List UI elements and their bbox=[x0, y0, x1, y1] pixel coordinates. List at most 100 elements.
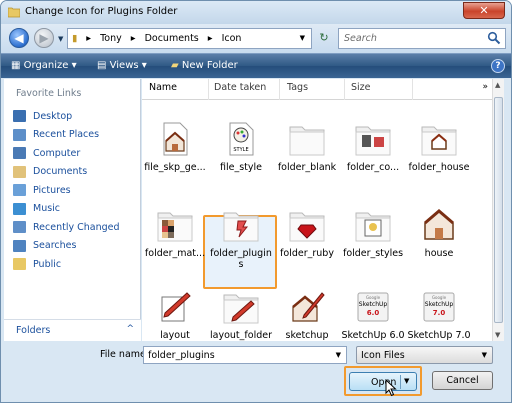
file-item[interactable]: file_skp_ge... bbox=[142, 115, 208, 185]
file-item[interactable]: folder_plugins bbox=[208, 201, 274, 271]
column-divider[interactable] bbox=[344, 79, 345, 100]
sidebar-item-recent-places[interactable]: Recent Places bbox=[13, 126, 120, 145]
sidebar-item-public[interactable]: Public bbox=[13, 255, 120, 274]
materials-folder-icon bbox=[156, 207, 194, 243]
file-type-select[interactable]: Icon Files ▼ bbox=[356, 346, 493, 364]
column-name[interactable]: Name bbox=[149, 82, 177, 93]
history-dropdown-icon[interactable]: ▼ bbox=[58, 35, 63, 43]
plugins-folder-icon bbox=[222, 207, 260, 243]
organize-menu[interactable]: ▦ Organize ▾ bbox=[11, 60, 77, 71]
chevron-down-icon[interactable]: ▼ bbox=[300, 34, 305, 42]
scroll-down-icon[interactable]: ▼ bbox=[495, 331, 500, 339]
search-icon[interactable] bbox=[487, 31, 501, 45]
public-folder-icon bbox=[13, 258, 26, 271]
title-bar: Change Icon for Plugins Folder ✕ bbox=[1, 1, 511, 24]
sidebar-item-recently-changed[interactable]: Recently Changed bbox=[13, 218, 120, 237]
sidebar-item-label: Public bbox=[33, 258, 62, 270]
house-folder-icon bbox=[420, 121, 458, 157]
open-dropdown-icon[interactable]: ▼ bbox=[404, 377, 409, 385]
navigation-pane: Favorite Links Desktop Recent Places Compu… bbox=[4, 79, 141, 341]
sidebar-item-searches[interactable]: Searches bbox=[13, 237, 120, 256]
skp-file-icon bbox=[156, 121, 194, 157]
breadcrumb-separator[interactable]: ▸ bbox=[131, 33, 136, 44]
more-columns-icon[interactable]: » bbox=[482, 82, 488, 92]
sidebar-item-label: Recently Changed bbox=[33, 221, 120, 233]
desktop-icon bbox=[13, 110, 26, 123]
search-input[interactable]: Search bbox=[338, 28, 506, 49]
file-item[interactable]: folder_blank bbox=[274, 115, 340, 185]
file-item-label: sketchup bbox=[285, 330, 329, 341]
column-divider[interactable] bbox=[279, 79, 280, 100]
sidebar-item-pictures[interactable]: Pictures bbox=[13, 181, 120, 200]
sketchup-7-icon: Google SketchUp 7.0 bbox=[420, 289, 458, 325]
svg-text:SketchUp: SketchUp bbox=[425, 301, 454, 308]
column-divider[interactable] bbox=[208, 79, 209, 100]
recent-places-icon bbox=[13, 128, 26, 141]
svg-text:6.0: 6.0 bbox=[367, 309, 380, 317]
forward-button[interactable]: ▶ bbox=[34, 28, 54, 48]
searches-icon bbox=[13, 239, 26, 252]
organize-icon: ▦ bbox=[11, 60, 24, 71]
styles-folder-icon bbox=[354, 207, 392, 243]
cancel-button[interactable]: Cancel bbox=[432, 371, 493, 390]
file-item-label: folder_ruby bbox=[280, 248, 334, 259]
file-item-label: house bbox=[424, 248, 454, 259]
file-item-label: folder_co... bbox=[346, 162, 400, 173]
sidebar-item-label: Desktop bbox=[33, 110, 73, 122]
file-item[interactable]: house bbox=[406, 201, 472, 271]
help-button[interactable]: ? bbox=[491, 59, 505, 73]
column-tags[interactable]: Tags bbox=[287, 82, 308, 93]
new-folder-icon: ▰ bbox=[171, 60, 182, 71]
chevron-up-icon: ^ bbox=[126, 324, 134, 334]
breadcrumb-separator[interactable]: ▸ bbox=[86, 33, 91, 44]
scroll-up-icon[interactable]: ▲ bbox=[495, 81, 500, 89]
blank-folder-icon bbox=[288, 121, 326, 157]
refresh-button[interactable]: ↻ bbox=[313, 28, 335, 49]
sidebar-item-documents[interactable]: Documents bbox=[13, 163, 120, 182]
address-box[interactable]: ▮ ▸ Tony ▸ Documents ▸ Icon ▼ bbox=[67, 28, 312, 49]
breadcrumb-tony[interactable]: Tony bbox=[100, 33, 122, 44]
new-folder-label: New Folder bbox=[181, 60, 238, 71]
scrollbar-thumb[interactable] bbox=[494, 97, 503, 323]
folder-icon: ▮ bbox=[72, 33, 78, 44]
views-menu[interactable]: ▤ Views ▾ bbox=[97, 60, 147, 71]
column-size[interactable]: Size bbox=[351, 82, 371, 93]
column-date-taken[interactable]: Date taken bbox=[214, 82, 266, 93]
file-item-label: layout bbox=[160, 330, 190, 341]
sidebar-item-music[interactable]: Music bbox=[13, 200, 120, 219]
sidebar-item-computer[interactable]: Computer bbox=[13, 144, 120, 163]
file-item[interactable]: folder_house bbox=[406, 115, 472, 185]
open-button[interactable]: Open ▼ bbox=[349, 372, 417, 391]
breadcrumb-documents[interactable]: Documents bbox=[145, 33, 199, 44]
sidebar-item-desktop[interactable]: Desktop bbox=[13, 107, 120, 126]
file-item[interactable]: STYLE file_style bbox=[208, 115, 274, 185]
svg-text:7.0: 7.0 bbox=[433, 309, 446, 317]
file-item-label: folder_blank bbox=[277, 162, 337, 173]
breadcrumb-icon-folder[interactable]: Icon bbox=[222, 33, 242, 44]
file-item[interactable]: folder_ruby bbox=[274, 201, 340, 271]
mouse-pointer-icon bbox=[385, 379, 397, 397]
file-item[interactable]: folder_styles bbox=[340, 201, 406, 271]
sketchup-icon bbox=[288, 289, 326, 325]
sketchup-6-icon: Google SketchUp 6.0 bbox=[354, 289, 392, 325]
close-button[interactable]: ✕ bbox=[463, 2, 505, 19]
folders-toggle[interactable]: Folders ^ bbox=[4, 319, 141, 341]
file-item-label: file_skp_ge... bbox=[144, 162, 206, 173]
breadcrumb-separator[interactable]: ▸ bbox=[208, 33, 213, 44]
documents-icon bbox=[13, 165, 26, 178]
chevron-down-icon: ▼ bbox=[481, 351, 487, 359]
file-type-value: Icon Files bbox=[361, 350, 405, 361]
layout-icon bbox=[156, 289, 194, 325]
column-divider[interactable] bbox=[412, 79, 413, 100]
file-item[interactable]: folder_mat... bbox=[142, 201, 208, 271]
house-icon bbox=[420, 207, 458, 243]
back-button[interactable]: ◀ bbox=[9, 28, 29, 48]
file-item[interactable]: folder_co... bbox=[340, 115, 406, 185]
recently-changed-icon bbox=[13, 221, 26, 234]
breadcrumb: ▮ ▸ Tony ▸ Documents ▸ Icon bbox=[72, 33, 247, 44]
chevron-down-icon[interactable]: ▼ bbox=[336, 351, 341, 359]
new-folder-button[interactable]: ▰ New Folder bbox=[171, 60, 238, 71]
folder-icon bbox=[8, 7, 20, 18]
file-name-input[interactable]: folder_plugins ▼ bbox=[143, 346, 347, 364]
vertical-scrollbar[interactable]: ▲ ▼ bbox=[492, 79, 504, 341]
